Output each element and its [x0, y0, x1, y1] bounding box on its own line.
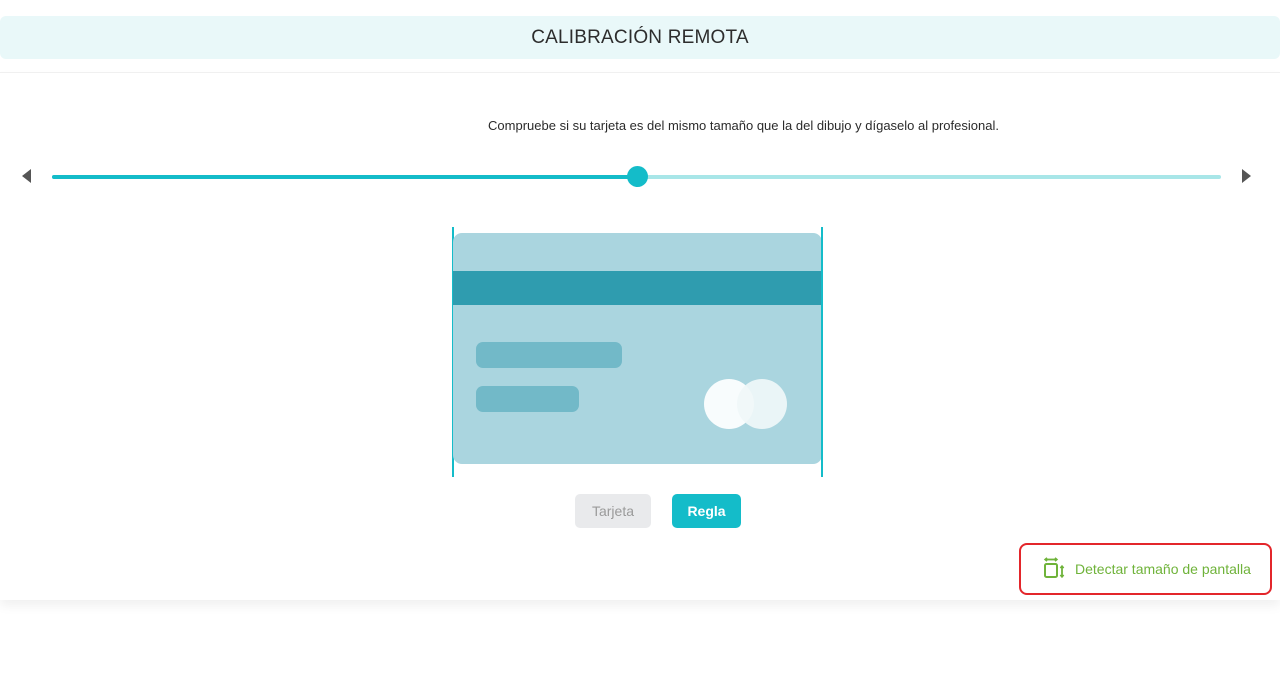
slider-increase-arrow-icon[interactable]	[1242, 169, 1251, 183]
tarjeta-button[interactable]: Tarjeta	[575, 494, 651, 528]
card-logo-circle	[737, 379, 787, 429]
card-magnetic-stripe	[453, 271, 822, 305]
calibration-page: CALIBRACIÓN REMOTA Compruebe si su tarje…	[0, 0, 1280, 679]
regla-button[interactable]: Regla	[672, 494, 741, 528]
calibration-panel: Compruebe si su tarjeta es del mismo tam…	[0, 72, 1280, 600]
card-text-placeholder	[476, 342, 622, 368]
card-right-guide-line	[821, 227, 823, 477]
credit-card-drawing	[453, 233, 822, 464]
detect-screen-size-label: Detectar tamaño de pantalla	[1075, 561, 1251, 577]
detect-screen-size-button[interactable]: Detectar tamaño de pantalla	[1019, 543, 1272, 595]
slider-thumb[interactable]	[626, 166, 648, 187]
card-illustration	[452, 227, 823, 477]
instruction-text: Compruebe si su tarjeta es del mismo tam…	[488, 118, 999, 133]
slider-decrease-arrow-icon[interactable]	[22, 169, 31, 183]
card-text-placeholder	[476, 386, 579, 412]
page-title: CALIBRACIÓN REMOTA	[531, 26, 749, 48]
slider-fill	[52, 175, 637, 179]
header-bar: CALIBRACIÓN REMOTA	[0, 16, 1280, 59]
screen-resize-icon	[1042, 557, 1066, 581]
size-slider[interactable]	[52, 166, 1221, 187]
